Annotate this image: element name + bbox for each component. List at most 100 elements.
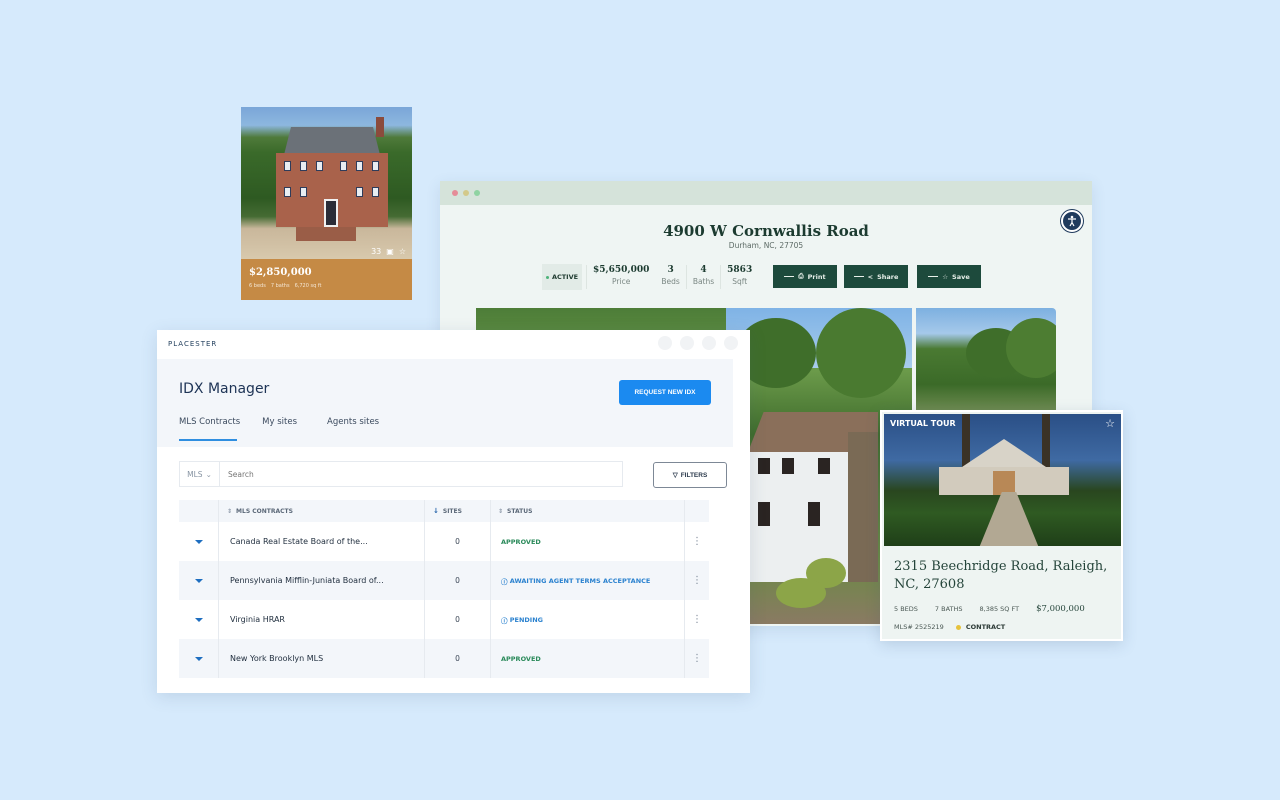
mini-listing-price: $2,850,000 <box>249 267 312 278</box>
sort-icon: ⇕ <box>227 507 233 515</box>
star-icon[interactable]: ☆ <box>1105 417 1115 430</box>
photo-count: 33 <box>371 247 382 256</box>
search-input[interactable] <box>220 469 622 479</box>
mls-contracts-table: ⇕ MLS CONTRACTS ↓ SITES ⇕ STATUS Canada Rea… <box>179 500 709 678</box>
column-label: SITES <box>442 507 462 515</box>
chevron-down-icon: ⌄ <box>205 469 212 479</box>
table-row[interactable]: Virginia HRAR 0 ⓘ PENDING ⋮ <box>179 600 709 639</box>
tab-my-sites[interactable]: My sites <box>262 417 297 441</box>
share-label: Share <box>877 272 899 281</box>
window-close-dot[interactable] <box>452 190 458 196</box>
listing-beds: 5 BEDS <box>894 605 918 613</box>
listing-price: $7,000,000 <box>1036 604 1085 614</box>
virtual-tour-photo: VIRTUAL TOUR ☆ <box>884 414 1121 546</box>
help-circle-icon: ⓘ <box>501 616 510 625</box>
more-options-icon[interactable]: ⋮ <box>692 614 702 625</box>
listing-title: 2315 Beechridge Road, Raleigh, NC, 27608 <box>894 559 1108 592</box>
help-icon[interactable] <box>658 336 672 350</box>
sites-count: 0 <box>455 615 460 624</box>
page-title: IDX Manager <box>179 381 270 397</box>
idx-header: IDX Manager REQUEST NEW IDX MLS Contract… <box>157 359 733 447</box>
virtual-tour-card[interactable]: VIRTUAL TOUR ☆ 2315 Beechridge Road, Ral… <box>880 410 1123 641</box>
save-button[interactable]: ☆ Save <box>917 265 981 288</box>
header-icons <box>658 336 738 350</box>
property-title: 4900 W Cornwallis Road <box>663 222 869 240</box>
browser-titlebar <box>440 181 1092 205</box>
settings-icon[interactable] <box>702 336 716 350</box>
expand-caret-icon[interactable] <box>194 539 203 544</box>
status-label: ACTIVE <box>551 273 579 281</box>
sites-count: 0 <box>455 576 460 585</box>
window-minimize-dot[interactable] <box>463 190 469 196</box>
image-icon[interactable]: ▣ <box>386 247 394 256</box>
stat-price: $5,650,000 Price <box>586 265 655 289</box>
stat-value: $5,650,000 <box>593 265 650 275</box>
table-header: ⇕ MLS CONTRACTS ↓ SITES ⇕ STATUS <box>179 500 709 522</box>
sort-descending-icon: ↓ <box>433 507 439 515</box>
status-label: PENDING <box>509 615 543 624</box>
column-header-sites[interactable]: ↓ SITES <box>425 500 491 522</box>
status-dot <box>955 624 961 630</box>
stat-baths: 4 Baths <box>685 265 720 289</box>
help-circle-icon: ⓘ <box>501 577 510 586</box>
brand-logo[interactable]: PLACESTER <box>168 340 217 348</box>
status-dot <box>545 275 549 279</box>
mini-listing-photo: 33 ▣ ☆ <box>241 107 412 259</box>
mls-name: New York Brooklyn MLS <box>230 654 324 663</box>
status-label: APPROVED <box>501 537 541 546</box>
search-scope-select[interactable]: MLS ⌄ <box>180 462 220 486</box>
stat-value: 5863 <box>727 265 753 275</box>
share-icon: < <box>867 272 874 281</box>
sort-icon: ⇕ <box>498 507 504 515</box>
idx-manager-panel: PLACESTER IDX Manager REQUEST NEW IDX ML… <box>157 330 750 693</box>
notification-icon[interactable] <box>680 336 694 350</box>
tab-agents-sites[interactable]: Agents sites <box>327 417 379 441</box>
filters-button[interactable]: ▽ FILTERS <box>653 462 727 488</box>
house-illustration <box>939 439 1069 495</box>
sites-count: 0 <box>455 654 460 663</box>
house-illustration <box>266 117 396 227</box>
more-options-icon[interactable]: ⋮ <box>692 575 702 586</box>
share-button[interactable]: < Share <box>844 265 908 288</box>
listing-baths: 7 BATHS <box>934 605 963 613</box>
expand-caret-icon[interactable] <box>194 617 203 622</box>
listing-meta: MLS# 2525219 CONTRACT <box>894 623 1005 631</box>
column-header-mls-contracts[interactable]: ⇕ MLS CONTRACTS <box>219 500 425 522</box>
table-row[interactable]: New York Brooklyn MLS 0 APPROVED ⋮ <box>179 639 709 678</box>
listing-stats: 5 BEDS 7 BATHS 8,385 SQ FT $7,000,000 <box>894 604 1102 614</box>
stat-value: 3 <box>667 265 674 275</box>
listing-status: CONTRACT <box>965 623 1006 631</box>
mini-listing-card[interactable]: 33 ▣ ☆ $2,850,000 6 beds 7 baths 6,720 s… <box>241 107 412 300</box>
request-new-idx-button[interactable]: REQUEST NEW IDX <box>619 380 711 405</box>
table-row[interactable]: Canada Real Estate Board of the... 0 APP… <box>179 522 709 561</box>
property-address: Durham, NC, 27705 <box>728 241 804 250</box>
print-label: Print <box>807 272 826 281</box>
status-label: AWAITING AGENT TERMS ACCEPTANCE <box>509 576 651 585</box>
search-bar: MLS ⌄ <box>179 461 623 487</box>
tabs: MLS Contracts My sites Agents sites <box>179 417 401 441</box>
stat-label: Baths <box>692 277 715 286</box>
print-button[interactable]: ⎙ Print <box>773 265 837 288</box>
avatar[interactable] <box>724 336 738 350</box>
status-label: APPROVED <box>501 654 541 663</box>
printer-icon: ⎙ <box>798 272 804 280</box>
mls-name: Pennsylvania Mifflin-Juniata Board of... <box>230 576 384 585</box>
mls-name: Canada Real Estate Board of the... <box>230 537 368 546</box>
star-icon[interactable]: ☆ <box>399 247 406 256</box>
window-maximize-dot[interactable] <box>474 190 480 196</box>
house-illustration <box>748 412 878 582</box>
expand-caret-icon[interactable] <box>194 656 203 661</box>
tab-mls-contracts[interactable]: MLS Contracts <box>179 417 240 441</box>
search-scope-value: MLS <box>187 469 203 479</box>
filter-icon: ▽ <box>672 472 678 479</box>
mini-sqft: 6,720 sq ft <box>294 283 322 289</box>
more-options-icon[interactable]: ⋮ <box>692 536 702 547</box>
property-photo-secondary[interactable] <box>916 308 1056 410</box>
status-badge: ACTIVE <box>542 264 582 290</box>
stat-label: Price <box>612 277 631 286</box>
expand-caret-icon[interactable] <box>194 578 203 583</box>
column-header-status[interactable]: ⇕ STATUS <box>491 500 685 522</box>
more-options-icon[interactable]: ⋮ <box>692 653 702 664</box>
table-row[interactable]: Pennsylvania Mifflin-Juniata Board of...… <box>179 561 709 600</box>
stat-sqft: 5863 Sqft <box>720 265 758 289</box>
